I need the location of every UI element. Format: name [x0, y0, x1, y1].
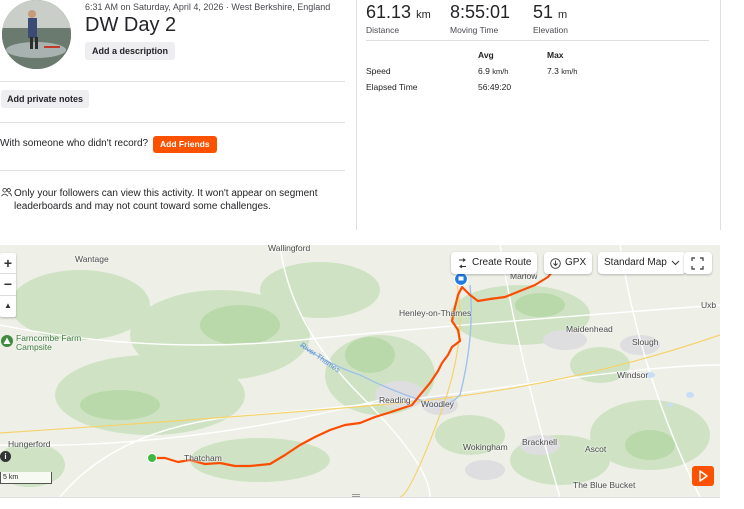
athlete-avatar[interactable]	[2, 0, 71, 69]
col-max-header: Max	[547, 50, 564, 60]
moving-time-label: Moving Time	[450, 25, 499, 35]
distance-unit: km	[416, 9, 431, 21]
route-line	[150, 265, 558, 468]
compass-icon[interactable]: ▲	[0, 295, 16, 315]
create-route-label: Create Route	[472, 257, 532, 268]
activity-summary-panel: 6:31 AM on Saturday, April 4, 2026 · Wes…	[0, 0, 356, 230]
place-slough: Slough	[632, 337, 659, 347]
route-map[interactable]: Wallingford Wantage Marlow Uxb Henley-on…	[0, 245, 720, 497]
place-wokingham: Wokingham	[463, 442, 508, 452]
speed-avg-unit: km/h	[492, 67, 509, 76]
play-flyover-button[interactable]	[692, 466, 714, 486]
zoom-controls: + − ▲	[0, 253, 16, 317]
elapsed-avg: 56:49:20	[478, 82, 512, 92]
elevation-unit: m	[558, 9, 568, 21]
moving-time-value: 8:55:01	[450, 2, 511, 22]
gpx-button[interactable]: GPX	[544, 252, 593, 274]
speed-max-unit: km/h	[561, 67, 578, 76]
friends-prompt: With someone who didn't record?	[0, 138, 149, 149]
place-reading: Reading	[379, 395, 411, 405]
zoom-out-button[interactable]: −	[0, 273, 16, 293]
followers-icon	[1, 187, 12, 197]
place-ascot: Ascot	[585, 444, 607, 454]
chevron-down-icon	[671, 260, 680, 266]
add-friends-button[interactable]: Add Friends	[153, 136, 217, 153]
route-end-marker[interactable]	[453, 271, 469, 287]
zoom-in-button[interactable]: +	[0, 253, 16, 273]
place-hungerford: Hungerford	[8, 439, 51, 449]
divider	[0, 170, 345, 171]
divider	[0, 497, 720, 498]
place-blue-bucket: The Blue Bucket	[573, 480, 636, 490]
place-thatcham: Thatcham	[184, 453, 222, 463]
divider	[0, 81, 345, 82]
info-icon[interactable]: i	[0, 451, 11, 462]
route-layer	[147, 265, 558, 468]
route-start-marker[interactable]	[147, 453, 157, 463]
map-type-select[interactable]: Standard Map	[598, 252, 686, 274]
campsite-icon[interactable]	[1, 335, 13, 347]
panel-divider	[356, 0, 357, 230]
divider	[0, 122, 345, 123]
speed-avg: 6.9 km/h	[478, 66, 508, 76]
activity-title[interactable]: DW Day 2	[85, 14, 176, 37]
speed-avg-value: 6.9	[478, 66, 490, 76]
col-avg-header: Avg	[478, 50, 494, 60]
route-icon	[459, 257, 466, 268]
distance-value: 61.13	[366, 2, 412, 22]
stat-moving-time: 8:55:01 Moving Time	[450, 2, 510, 35]
panel-border	[720, 0, 721, 230]
place-wantage: Wantage	[75, 254, 109, 264]
row-label-elapsed: Elapsed Time	[366, 82, 418, 92]
create-route-button[interactable]: Create Route	[451, 252, 538, 274]
place-maidenhead: Maidenhead	[566, 324, 613, 334]
row-label-speed: Speed	[366, 66, 391, 76]
distance-label: Distance	[366, 25, 400, 35]
download-icon	[550, 257, 561, 269]
divider	[366, 40, 709, 41]
gpx-label: GPX	[565, 257, 587, 268]
fullscreen-button[interactable]	[684, 252, 712, 274]
privacy-notice: Only your followers can view this activi…	[14, 188, 318, 212]
speed-max-value: 7.3	[547, 66, 559, 76]
fullscreen-icon	[691, 256, 704, 270]
activity-meta: 6:31 AM on Saturday, April 4, 2026 · Wes…	[85, 2, 331, 12]
place-woodley: Woodley	[421, 399, 454, 409]
elevation-label: Elevation	[533, 25, 568, 35]
elevation-value: 51	[533, 2, 554, 22]
place-henley: Henley-on-Thames	[399, 308, 472, 318]
place-uxbridge: Uxb	[701, 300, 717, 310]
map-type-label: Standard Map	[604, 257, 667, 268]
play-icon	[699, 470, 708, 482]
stat-distance: 61.13 km Distance	[366, 2, 431, 35]
place-farncombe-campsite: Campsite	[16, 342, 52, 352]
add-description-button[interactable]: Add a description	[85, 42, 176, 60]
speed-max: 7.3 km/h	[547, 66, 577, 76]
place-bracknell: Bracknell	[522, 437, 557, 447]
stat-elevation: 51 m Elevation	[533, 2, 568, 35]
map-scale: 5 km	[0, 472, 52, 484]
place-wallingford: Wallingford	[268, 245, 311, 253]
activity-page: 6:31 AM on Saturday, April 4, 2026 · Wes…	[0, 0, 744, 509]
add-private-notes-button[interactable]: Add private notes	[1, 90, 90, 108]
place-windsor: Windsor	[617, 370, 649, 380]
